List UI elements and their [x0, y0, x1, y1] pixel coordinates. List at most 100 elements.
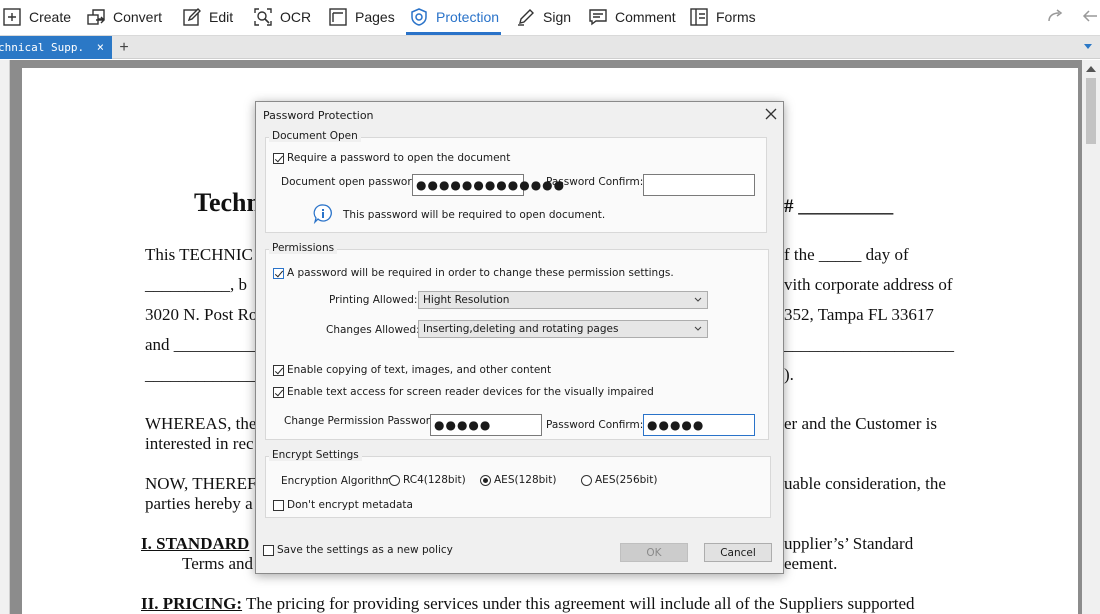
document-tab[interactable]: chnical Supp... × — [0, 36, 112, 59]
doc-line-left: __________, b — [145, 275, 247, 294]
toolbar-sign[interactable]: Sign — [516, 0, 571, 34]
convert-icon — [87, 9, 105, 25]
doc-line-right: ). — [784, 365, 794, 384]
redo-button[interactable] — [1043, 4, 1067, 28]
pages-icon — [329, 8, 347, 26]
toolbar-sign-label: Sign — [543, 9, 572, 25]
encryption-algorithm-label: Encryption Algorithm: — [281, 475, 396, 487]
doc-pricing-heading: II. PRICING: — [141, 594, 243, 613]
document-open-group-label: Document Open — [269, 130, 361, 142]
toolbar-pages-label: Pages — [355, 9, 395, 25]
toolbar-pages[interactable]: Pages — [328, 0, 395, 34]
toolbar-comment[interactable]: Comment — [588, 0, 676, 34]
toolbar-convert-label: Convert — [113, 9, 163, 25]
doc-line-right: upplier’s’ Standard — [784, 534, 914, 553]
open-password-input[interactable]: ●●●●●●●●●●●●● — [412, 174, 564, 196]
radio-aes-256-label: AES(256bit) — [595, 474, 658, 486]
back-button[interactable] — [1078, 4, 1100, 28]
printing-allowed-value: Hight Resolution — [423, 294, 510, 306]
left-panel-strip — [0, 60, 10, 614]
toolbar-create[interactable]: Create — [2, 0, 71, 34]
dont-encrypt-metadata-label: Don't encrypt metadata — [287, 499, 413, 511]
doc-line-left: Terms and — [182, 554, 254, 573]
changes-allowed-label: Changes Allowed: — [326, 324, 420, 336]
cancel-button[interactable]: Cancel — [704, 543, 772, 562]
ocr-icon — [254, 8, 272, 26]
permissions-group: Permissions A password will be required … — [265, 242, 769, 440]
main-toolbar: Create Convert Edit OCR Pages Protection… — [0, 0, 1100, 36]
document-tab-bar: chnical Supp... × + — [0, 36, 1100, 59]
add-tab-button[interactable]: + — [116, 36, 132, 59]
doc-line-left: WHEREAS, the — [145, 414, 257, 433]
doc-line-left: _____________ — [145, 365, 256, 384]
require-permission-password-checkbox[interactable] — [273, 268, 284, 279]
permission-password-label: Change Permission Password: — [284, 415, 441, 427]
require-permission-password-label: A password will be required in order to … — [287, 267, 674, 279]
toolbar-convert[interactable]: Convert — [86, 0, 162, 34]
open-password-confirm-input[interactable] — [643, 174, 755, 196]
doc-pricing-text: The pricing for providing services under… — [242, 594, 915, 613]
toolbar-edit[interactable]: Edit — [182, 0, 233, 34]
changes-allowed-select[interactable]: Inserting,deleting and rotating pages — [418, 320, 708, 338]
scroll-up-icon[interactable] — [1086, 66, 1096, 72]
chevron-down-icon — [694, 297, 702, 302]
doc-line-left: NOW, THEREF — [145, 474, 257, 493]
doc-line-right: er and the Customer is — [784, 414, 937, 433]
doc-line-right: vith corporate address of — [784, 275, 953, 294]
save-settings-policy-checkbox[interactable] — [263, 545, 274, 556]
doc-line-right: eement. — [784, 554, 838, 573]
enable-screen-reader-checkbox[interactable] — [273, 387, 284, 398]
arrow-left-icon — [1082, 10, 1097, 22]
encrypt-settings-group-label: Encrypt Settings — [269, 449, 362, 461]
plus-box-icon — [3, 8, 21, 26]
redo-icon — [1048, 9, 1063, 22]
open-password-info-text: This password will be required to open d… — [343, 209, 606, 221]
shield-icon — [411, 8, 427, 26]
radio-aes-128-label: AES(128bit) — [494, 474, 557, 486]
permission-password-confirm-input[interactable]: ●●●●● — [643, 414, 755, 436]
doc-line-left: and ___________ — [145, 335, 268, 354]
radio-aes-128[interactable] — [480, 475, 491, 486]
require-open-password-label: Require a password to open the document — [287, 152, 511, 164]
vertical-scrollbar[interactable] — [1082, 60, 1100, 614]
toolbar-forms-label: Forms — [716, 9, 756, 25]
edit-icon — [183, 8, 201, 26]
printing-allowed-select[interactable]: Hight Resolution — [418, 291, 708, 309]
permission-password-input[interactable]: ●●●●● — [430, 414, 542, 436]
dialog-title: Password Protection — [263, 109, 374, 122]
document-tab-title: chnical Supp... — [0, 41, 86, 54]
toolbar-forms[interactable]: Forms — [689, 0, 756, 34]
active-tab-underline — [406, 32, 501, 35]
open-password-label: Document open password: — [281, 176, 422, 188]
doc-line-left: 3020 N. Post Ro — [145, 305, 258, 324]
doc-line-right: ____________________ — [784, 335, 954, 354]
doc-pricing-line: II. PRICING: The pricing for providing s… — [141, 594, 915, 614]
enable-screen-reader-label: Enable text access for screen reader dev… — [287, 386, 654, 398]
permission-password-confirm-label: Password Confirm: — [546, 419, 644, 431]
toolbar-edit-label: Edit — [209, 9, 234, 25]
scroll-thumb[interactable] — [1086, 78, 1096, 144]
toolbar-ocr[interactable]: OCR — [253, 0, 311, 34]
doc-line-left: interested in rec — [145, 434, 254, 453]
doc-line-left: parties hereby a — [145, 494, 253, 513]
radio-rc4-128-label: RC4(128bit) — [403, 474, 466, 486]
password-protection-dialog: Password Protection Document Open Requir… — [255, 101, 784, 574]
tab-menu-chevron-icon[interactable] — [1084, 44, 1092, 49]
toolbar-ocr-label: OCR — [280, 9, 312, 25]
doc-line-left: This TECHNIC — [145, 245, 253, 264]
dont-encrypt-metadata-checkbox[interactable] — [273, 500, 284, 511]
toolbar-protection-label: Protection — [436, 9, 500, 25]
require-open-password-checkbox[interactable] — [273, 153, 284, 164]
close-icon[interactable] — [764, 107, 778, 121]
tab-close-icon[interactable]: × — [97, 40, 104, 54]
doc-title-fragment: Techn — [194, 188, 261, 217]
forms-icon — [690, 8, 708, 26]
doc-section-heading: I. STANDARD — [141, 534, 250, 553]
radio-aes-256[interactable] — [581, 475, 592, 486]
ok-button[interactable]: OK — [620, 543, 688, 562]
save-settings-policy-label: Save the settings as a new policy — [277, 544, 453, 556]
toolbar-protection[interactable]: Protection — [409, 0, 499, 34]
enable-copying-checkbox[interactable] — [273, 365, 284, 376]
radio-rc4-128[interactable] — [389, 475, 400, 486]
encrypt-settings-group: Encrypt Settings Encryption Algorithm: R… — [265, 449, 771, 518]
